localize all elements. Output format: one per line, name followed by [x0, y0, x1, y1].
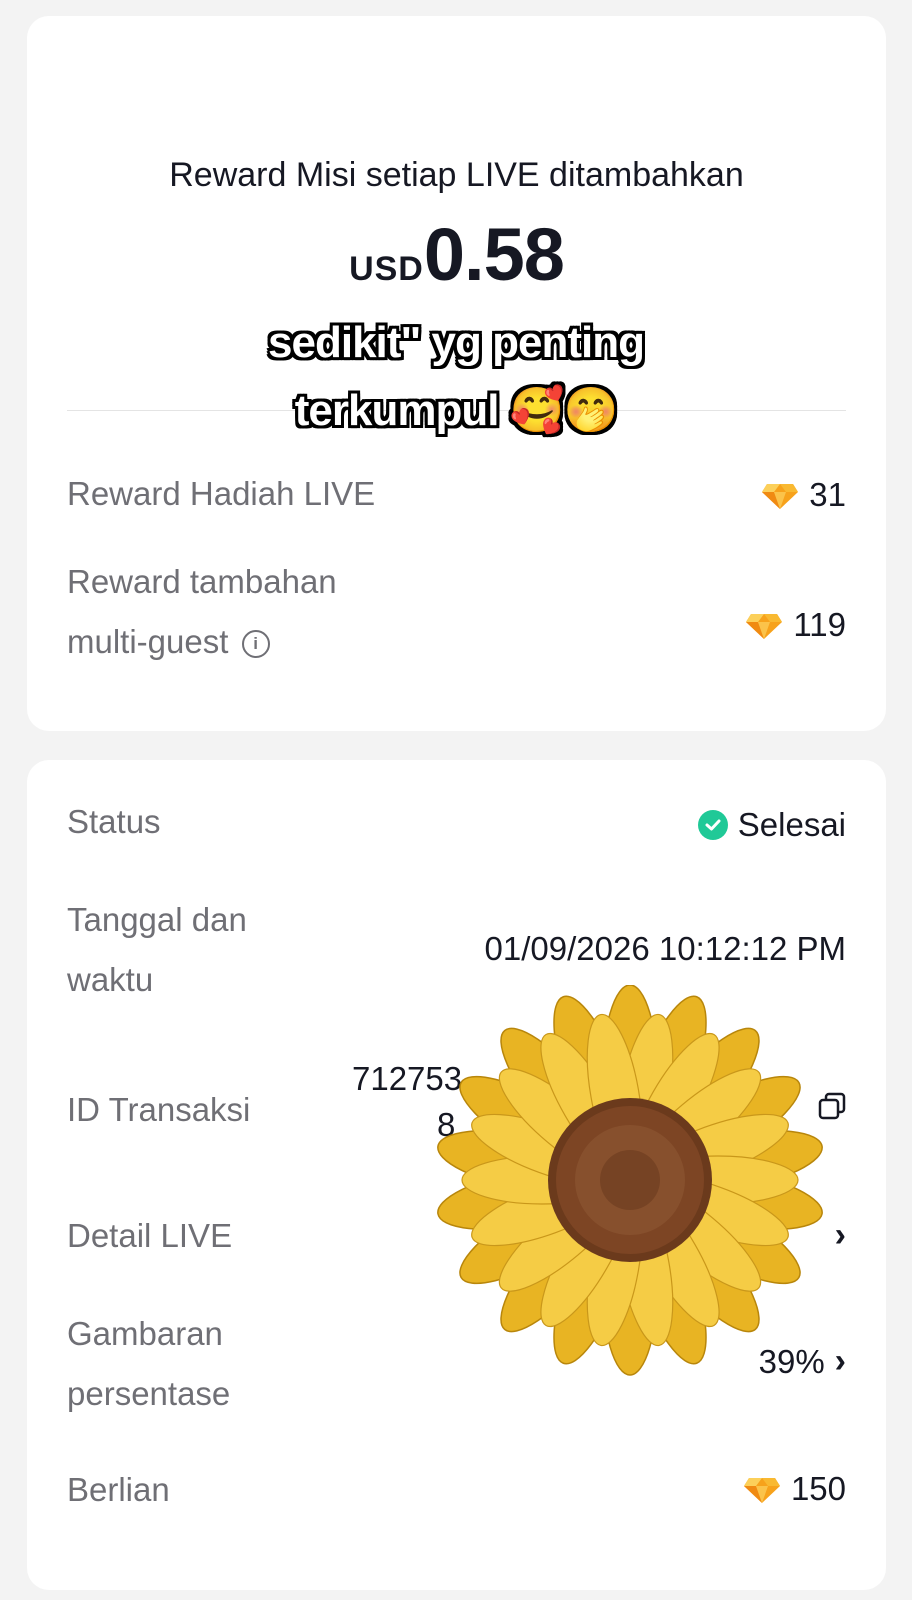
multiguest-reward-amount: 119: [793, 606, 846, 643]
overview-label-line1: Gambaran: [67, 1315, 223, 1352]
diamonds-amount: 150: [790, 1470, 846, 1507]
multiguest-label-text: multi-guest: [67, 623, 229, 660]
diamond-icon: [745, 610, 783, 640]
diamond-icon: [761, 480, 799, 510]
live-detail-label[interactable]: Detail LIVE: [67, 1206, 232, 1266]
mission-reward-card: Reward Misi setiap LIVE ditambahkan USD0…: [27, 16, 886, 731]
overlay-caption-line2: terkumpul 🥰🤭: [294, 386, 619, 435]
reward-amount: USD0.58: [27, 212, 886, 297]
multiguest-reward-label: Reward tambahan multi-guest i: [67, 552, 337, 672]
multiguest-label-line1: Reward tambahan: [67, 563, 337, 600]
overlay-caption-line1: sedikit" yg penting: [268, 318, 645, 367]
datetime-label-line2: waktu: [67, 961, 154, 998]
multiguest-reward-value: 119: [745, 606, 846, 644]
live-gift-reward-amount: 31: [809, 476, 846, 513]
diamonds-label: Berlian: [67, 1471, 170, 1508]
sunflower-sticker: [430, 984, 830, 1380]
chevron-right-icon[interactable]: ›: [835, 1216, 846, 1255]
check-circle-icon: [697, 810, 728, 840]
overview-label-line2: persentase: [67, 1375, 231, 1412]
multiguest-label-line2: multi-guest i: [67, 612, 337, 672]
status-label: Status: [67, 803, 161, 840]
diamonds-value: 150: [743, 1470, 846, 1508]
datetime-value: 01/09/2026 10:12:12 PM: [484, 930, 846, 967]
percentage-overview-label: Gambaran persentase: [67, 1304, 230, 1424]
live-gift-reward-value: 31: [761, 476, 846, 514]
live-gift-reward-label: Reward Hadiah LIVE: [67, 475, 376, 512]
status-text: Selesai: [737, 806, 846, 843]
chevron-right-icon[interactable]: ›: [835, 1342, 846, 1381]
info-icon[interactable]: i: [241, 630, 270, 659]
status-value: Selesai: [697, 806, 846, 844]
currency-label: USD: [349, 250, 424, 288]
datetime-label: Tanggal dan waktu: [67, 890, 247, 1010]
diamond-icon: [743, 1474, 781, 1504]
transaction-id-label: ID Transaksi: [67, 1091, 251, 1128]
amount-value: 0.58: [423, 213, 565, 296]
datetime-label-line1: Tanggal dan: [67, 901, 247, 938]
reward-headline: Reward Misi setiap LIVE ditambahkan: [169, 156, 744, 194]
